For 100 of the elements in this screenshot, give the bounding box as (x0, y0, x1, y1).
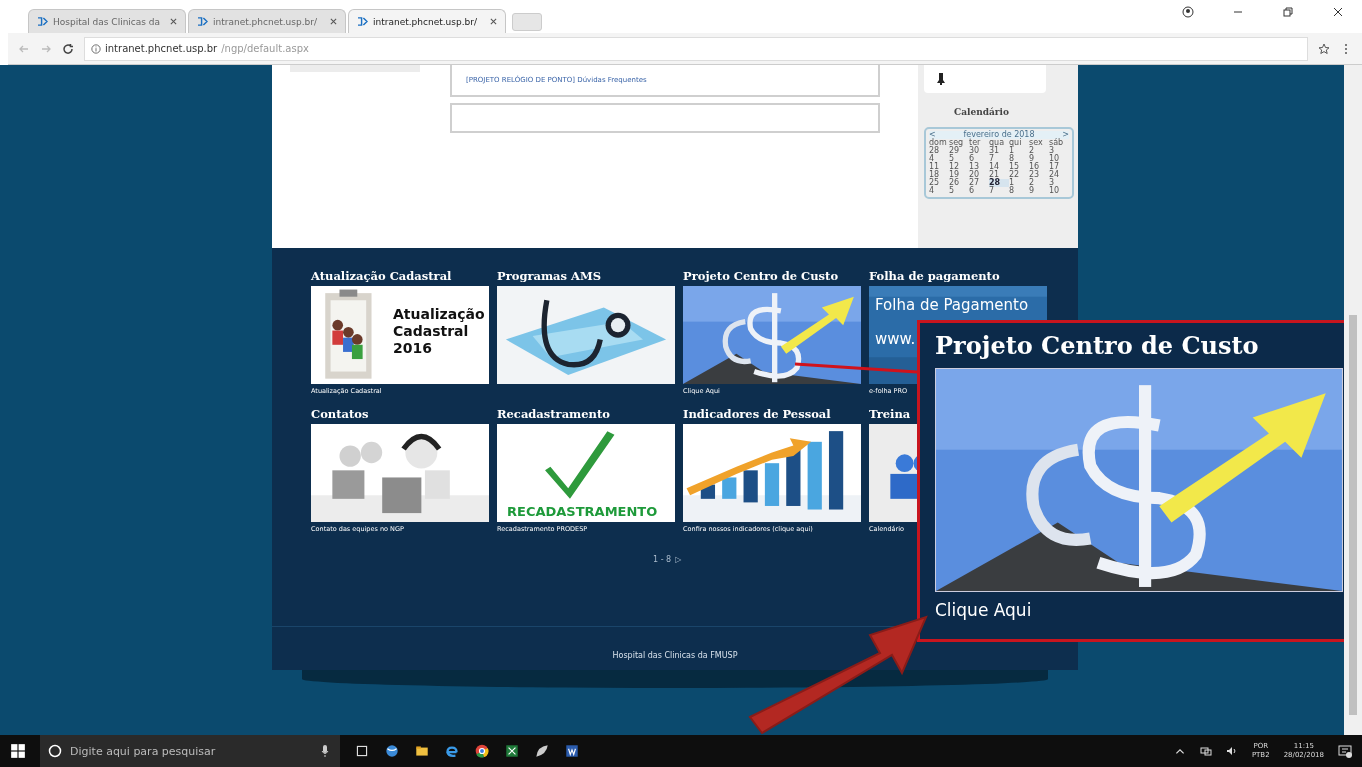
restore-icon[interactable] (1282, 5, 1294, 18)
calendar-day[interactable]: 28 (929, 147, 949, 155)
reload-icon[interactable] (62, 42, 74, 55)
calendar-day[interactable]: 8 (1009, 187, 1029, 195)
calendar-day[interactable]: 9 (1029, 155, 1049, 163)
favicon-icon (357, 17, 368, 26)
calendar-day[interactable]: 14 (989, 163, 1009, 171)
weekday-label: seg (949, 139, 964, 147)
calendar-day[interactable]: 12 (949, 163, 969, 171)
banner-text: RECADASTRAMENTO (507, 504, 658, 519)
weekday-label: sex (1029, 139, 1044, 147)
calendar-day[interactable]: 20 (969, 171, 989, 179)
tile-heading[interactable]: Atualização Cadastral (311, 269, 452, 286)
banner-text: Cadastral (393, 323, 469, 340)
weekday-label: ter (969, 139, 981, 147)
tile-heading[interactable]: Recadastramento (497, 407, 610, 424)
calendar-title: Calendário (954, 107, 1009, 117)
tile-heading[interactable]: Programas AMS (497, 269, 601, 286)
notification-icon[interactable] (1338, 744, 1352, 758)
chrome-icon[interactable] (474, 743, 490, 759)
calendar-day[interactable]: 1 (1009, 179, 1029, 187)
calendar-day[interactable]: 27 (969, 179, 989, 187)
document-icon[interactable] (564, 743, 580, 759)
calendar-day[interactable]: 23 (1029, 171, 1049, 179)
account-icon[interactable] (1182, 5, 1194, 18)
calendar-day[interactable]: 9 (1029, 187, 1049, 195)
calendar-day[interactable]: 29 (949, 147, 969, 155)
calendar-day[interactable]: 1 (1009, 147, 1029, 155)
calendar-day[interactable]: 24 (1049, 171, 1069, 179)
calendar-day[interactable]: 5 (949, 155, 969, 163)
previous-month-link[interactable]: < (929, 131, 936, 139)
calendar-day[interactable]: 16 (1029, 163, 1049, 171)
browser-tab[interactable]: Hospital das Clinicas da (28, 9, 186, 33)
calendar-day[interactable]: 28 (989, 179, 1009, 187)
footer-text: Hospital das Clinicas da FMUSP (612, 651, 738, 660)
calendar-day[interactable]: 10 (1049, 155, 1069, 163)
star-icon[interactable] (1318, 42, 1330, 55)
banner-text: Atualização (393, 306, 485, 323)
bell-icon (936, 72, 946, 86)
spreadsheet-icon[interactable] (504, 743, 520, 759)
calendar-day[interactable]: 30 (969, 147, 989, 155)
banner-text: 2016 (393, 340, 432, 357)
calendar-day[interactable]: 10 (1049, 187, 1069, 195)
calendar-day[interactable]: 31 (989, 147, 1009, 155)
next-page-link[interactable]: ▷ (675, 555, 682, 564)
calendar-day[interactable]: 4 (929, 155, 949, 163)
calendar-day[interactable]: 6 (969, 187, 989, 195)
info-icon (91, 43, 101, 54)
calendar-day[interactable]: 2 (1029, 179, 1049, 187)
globe-icon[interactable] (384, 743, 400, 759)
calendar-day[interactable]: 13 (969, 163, 989, 171)
folder-icon[interactable] (414, 743, 430, 759)
close-icon[interactable] (490, 18, 497, 25)
calendar-day[interactable]: 5 (949, 187, 969, 195)
calendar-day[interactable]: 8 (1009, 155, 1029, 163)
calendar-day[interactable]: 7 (989, 187, 1009, 195)
calendar-day[interactable]: 2 (1029, 147, 1049, 155)
tile-heading[interactable]: Folha de pagamento (869, 269, 1000, 286)
calendar-day[interactable]: 26 (949, 179, 969, 187)
favicon-icon (37, 17, 48, 26)
weekday-label: dom (929, 139, 948, 147)
address-bar[interactable]: intranet.phcnet.usp.br /ngp/default.aspx (84, 36, 1308, 61)
search-icon (48, 744, 62, 758)
tile-heading[interactable]: Treina (869, 407, 911, 424)
calendar-day[interactable]: 3 (1049, 179, 1069, 187)
windows-icon[interactable] (10, 743, 26, 759)
tile-heading[interactable]: Contatos (311, 407, 369, 424)
scrollbar[interactable] (1344, 65, 1362, 735)
weekday-label: qua (989, 139, 1006, 147)
calendar-day[interactable]: 19 (949, 171, 969, 179)
task-view-icon[interactable] (354, 743, 370, 759)
callout-link[interactable]: Clique Aqui (935, 600, 1032, 620)
calendar-day[interactable]: 17 (1049, 163, 1069, 171)
search-field[interactable]: Digite aqui para pesquisar (40, 735, 340, 767)
next-month-link[interactable]: > (1062, 131, 1069, 139)
microphone-icon[interactable] (320, 744, 330, 758)
calendar-day[interactable]: 6 (969, 155, 989, 163)
page-range: 1 - 8 (653, 555, 672, 564)
tile-heading[interactable]: Projeto Centro de Custo (683, 269, 839, 286)
browser-icon[interactable] (444, 743, 460, 759)
favicon-icon (197, 17, 208, 26)
browser-tab[interactable]: intranet.phcnet.usp.br/ (348, 9, 506, 33)
calendar-day[interactable]: 25 (929, 179, 949, 187)
calendar-day[interactable]: 21 (989, 171, 1009, 179)
close-icon[interactable] (1332, 5, 1344, 18)
browser-tab[interactable]: intranet.phcnet.usp.br/ (188, 9, 346, 33)
month-label: fevereiro de 2018 (963, 131, 1035, 139)
tile-heading[interactable]: Indicadores de Pessoal (683, 407, 831, 424)
weekday-label: sáb (1049, 139, 1065, 147)
calendar-day[interactable]: 3 (1049, 147, 1069, 155)
speaker-icon[interactable] (1225, 745, 1238, 757)
calendar-day[interactable]: 18 (929, 171, 949, 179)
calendar-day[interactable]: 7 (989, 155, 1009, 163)
network-icon[interactable] (1199, 745, 1212, 757)
leaf-icon[interactable] (534, 743, 550, 759)
calendar-day[interactable]: 11 (929, 163, 949, 171)
weekday-label: qui (1009, 139, 1022, 147)
calendar-day[interactable]: 15 (1009, 163, 1029, 171)
calendar-day[interactable]: 22 (1009, 171, 1029, 179)
calendar-day[interactable]: 4 (929, 187, 949, 195)
